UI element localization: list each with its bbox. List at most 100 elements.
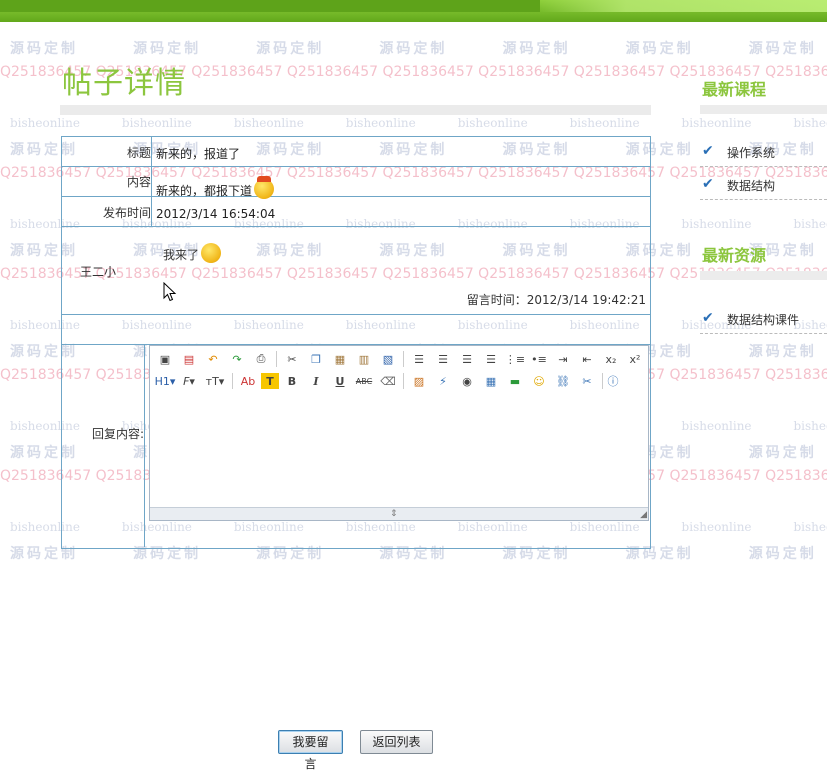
mouse-cursor-icon — [163, 282, 177, 302]
reply-time: 留言时间：2012/3/14 19:42:21 — [467, 291, 646, 308]
checkmark-icon: ✔ — [702, 143, 714, 159]
post-content-text: 新来的，都报下道 — [156, 184, 253, 198]
copy-icon[interactable]: ❐ — [305, 349, 327, 369]
top-header-bar — [0, 0, 827, 22]
page-title: 帖子详情 — [62, 66, 186, 101]
header-light-stripe — [540, 0, 827, 12]
undo-icon[interactable]: ↶ — [202, 349, 224, 369]
bold-text: B — [287, 374, 297, 388]
toolbar-separator — [403, 351, 404, 367]
resize-grip-icon[interactable]: ⇕ — [390, 509, 398, 519]
about-icon[interactable]: ⓘ — [607, 371, 619, 391]
font-size-icon[interactable]: тT ▾ — [202, 371, 228, 391]
editor-text-area[interactable] — [151, 396, 647, 506]
bold-icon[interactable]: B — [281, 371, 303, 391]
checkmark-icon: ✔ — [702, 176, 714, 192]
reply-content: 我来了 — [163, 243, 222, 263]
emoticon-icon[interactable]: ☺ — [528, 371, 550, 391]
post-time-value: 2012/3/14 16:54:04 — [156, 207, 276, 221]
media-icon[interactable]: ◉ — [456, 371, 478, 391]
hr-icon[interactable]: ▬ — [504, 371, 526, 391]
reply-text: 我来了 — [163, 248, 200, 262]
post-title-label: 标题 — [126, 146, 151, 160]
unlink-icon[interactable]: ✂ — [576, 371, 598, 391]
reply-time-value: 2012/3/14 19:42:21 — [526, 293, 646, 307]
heading-icon[interactable]: H1 ▾ — [154, 371, 176, 391]
sidebar-rule — [700, 105, 827, 114]
italic-icon[interactable]: I — [305, 371, 327, 391]
unordered-list-icon[interactable]: •≡ — [528, 349, 550, 369]
rich-text-editor: ▣ ▤ ↶ ↷ ⎙ ✂ ❐ ▦ ▥ ▧ ☰ ☰ ☰ ☰ ⋮≡ •≡ ⇥ ⇤ x₂… — [149, 345, 649, 521]
course-item-label: 操作系统 — [727, 146, 776, 160]
paste-icon[interactable]: ▦ — [329, 349, 351, 369]
reply-author: 王二小 — [80, 265, 117, 279]
editor-toolbar-row-2: H1 ▾ F ▾ тT ▾ Ab T B I U ABC ⌫ ▨ ⚡ ◉ ▦ ▬ ☺ … — [154, 371, 619, 391]
post-detail-table: 标题 新来的，报道了 内容 新来的，都报下道 发布时间 2012/3/14 16… — [61, 136, 651, 771]
cut-icon[interactable]: ✂ — [281, 349, 303, 369]
thinking-emoticon-icon — [201, 243, 222, 263]
sidebar-divider — [700, 333, 827, 334]
toolbar-separator — [232, 373, 233, 389]
title-underline — [60, 105, 651, 115]
heading-text: H1 — [154, 374, 170, 388]
justify-icon[interactable]: ☰ — [480, 349, 502, 369]
spacer-row — [62, 315, 650, 345]
source-icon[interactable]: ▣ — [154, 349, 176, 369]
post-content-value: 新来的，都报下道 — [156, 176, 275, 199]
paste-text-icon[interactable]: ▥ — [353, 349, 375, 369]
align-right-icon[interactable]: ☰ — [456, 349, 478, 369]
post-title-value: 新来的，报道了 — [156, 147, 241, 161]
flash-icon[interactable]: ⚡ — [432, 371, 454, 391]
align-left-icon[interactable]: ☰ — [408, 349, 430, 369]
latest-courses-heading: 最新课程 — [702, 80, 767, 99]
sidebar-divider — [700, 199, 827, 200]
post-content-row: 内容 新来的，都报下道 — [62, 167, 650, 199]
column-divider — [144, 345, 145, 547]
column-divider — [151, 197, 152, 226]
watermark-text: bisheonline bisheonline bisheonline bish… — [10, 116, 827, 130]
checkmark-icon: ✔ — [702, 310, 714, 326]
ordered-list-icon[interactable]: ⋮≡ — [504, 349, 526, 369]
resize-corner-icon[interactable]: ◢ — [640, 510, 647, 520]
toolbar-separator — [403, 373, 404, 389]
subscript-icon[interactable]: x₂ — [600, 349, 622, 369]
table-icon[interactable]: ▦ — [480, 371, 502, 391]
strikethrough-text: ABC — [355, 376, 373, 386]
smiley-emoticon-icon — [254, 176, 275, 199]
back-to-list-button[interactable]: 返回列表 — [360, 730, 433, 754]
outdent-icon[interactable]: ⇤ — [576, 349, 598, 369]
preview-icon[interactable]: ▤ — [178, 349, 200, 369]
redo-icon[interactable]: ↷ — [226, 349, 248, 369]
print-icon[interactable]: ⎙ — [250, 349, 272, 369]
strikethrough-icon[interactable]: ABC — [353, 371, 375, 391]
highlight-text: T — [266, 374, 274, 388]
reply-row: 王二小 我来了 留言时间：2012/3/14 19:42:21 — [62, 227, 650, 315]
toolbar-separator — [276, 351, 277, 367]
image-icon[interactable]: ▨ — [408, 371, 430, 391]
remove-format-icon[interactable]: ⌫ — [377, 371, 399, 391]
reply-form-label: 回复内容: — [91, 427, 144, 441]
post-time-row: 发布时间 2012/3/14 16:54:04 — [62, 197, 650, 227]
toolbar-separator — [602, 373, 603, 389]
submit-reply-button[interactable]: 我要留言 — [278, 730, 343, 771]
font-color-icon[interactable]: Ab — [237, 371, 259, 391]
latest-resources-heading: 最新资源 — [702, 246, 767, 265]
paste-word-icon[interactable]: ▧ — [377, 349, 399, 369]
course-item[interactable]: ✔ 数据结构 — [702, 175, 827, 195]
superscript-icon[interactable]: x² — [624, 349, 646, 369]
reply-time-label: 留言时间： — [466, 293, 527, 307]
align-center-icon[interactable]: ☰ — [432, 349, 454, 369]
editor-toolbar-row-1: ▣ ▤ ↶ ↷ ⎙ ✂ ❐ ▦ ▥ ▧ ☰ ☰ ☰ ☰ ⋮≡ •≡ ⇥ ⇤ x₂… — [154, 349, 646, 369]
watermark-text: 源码定制 源码定制 源码定制 源码定制 源码定制 源码定制 源码定制 源码定制 … — [10, 41, 827, 57]
underline-icon[interactable]: U — [329, 371, 351, 391]
font-color-text: Ab — [240, 374, 256, 388]
post-content-label: 内容 — [126, 175, 151, 189]
font-family-icon[interactable]: F ▾ — [178, 371, 200, 391]
resource-item[interactable]: ✔ 数据结构课件 — [702, 309, 827, 329]
course-item[interactable]: ✔ 操作系统 — [702, 142, 827, 162]
link-icon[interactable]: ⛓ — [552, 371, 574, 391]
column-divider — [151, 167, 152, 196]
post-title-row: 标题 新来的，报道了 — [62, 137, 650, 167]
indent-icon[interactable]: ⇥ — [552, 349, 574, 369]
highlight-icon[interactable]: T — [261, 373, 279, 389]
